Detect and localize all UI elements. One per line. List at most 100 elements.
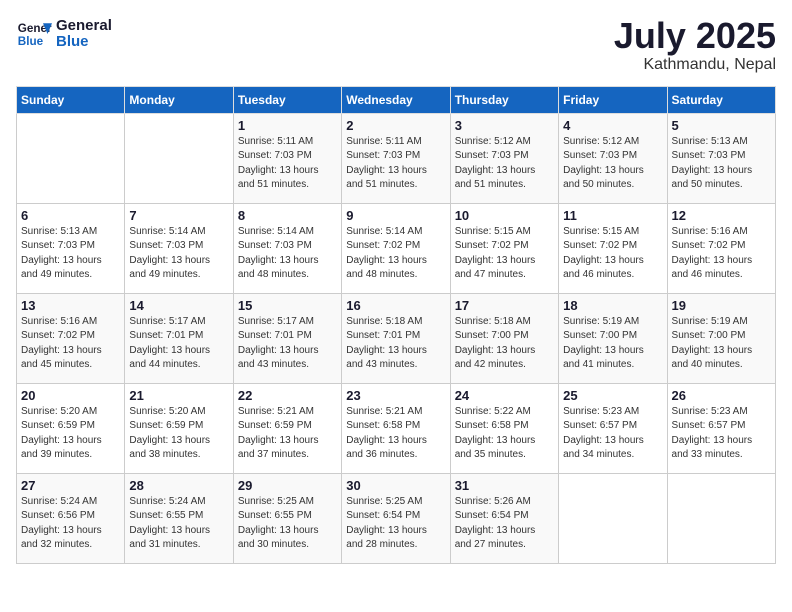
- day-detail: Sunrise: 5:12 AMSunset: 7:03 PMDaylight:…: [563, 135, 662, 193]
- day-number: 11: [563, 208, 662, 223]
- day-detail: Sunrise: 5:14 AMSunset: 7:02 PMDaylight:…: [346, 225, 445, 283]
- day-cell: 7Sunrise: 5:14 AMSunset: 7:03 PMDaylight…: [125, 203, 233, 293]
- day-detail: Sunrise: 5:24 AMSunset: 6:56 PMDaylight:…: [21, 495, 120, 553]
- day-number: 29: [238, 478, 337, 493]
- header-row: SundayMondayTuesdayWednesdayThursdayFrid…: [17, 86, 776, 113]
- day-cell: 30Sunrise: 5:25 AMSunset: 6:54 PMDayligh…: [342, 473, 450, 563]
- day-detail: Sunrise: 5:22 AMSunset: 6:58 PMDaylight:…: [455, 405, 554, 463]
- day-detail: Sunrise: 5:12 AMSunset: 7:03 PMDaylight:…: [455, 135, 554, 193]
- day-detail: Sunrise: 5:15 AMSunset: 7:02 PMDaylight:…: [563, 225, 662, 283]
- day-detail: Sunrise: 5:15 AMSunset: 7:02 PMDaylight:…: [455, 225, 554, 283]
- day-number: 14: [129, 298, 228, 313]
- title-block: July 2025 Kathmandu, Nepal: [614, 16, 776, 74]
- day-number: 6: [21, 208, 120, 223]
- day-cell: 22 Sunrise: 5:21 AMSunset: 6:59 PMDayligh…: [233, 383, 341, 473]
- day-cell: 27 Sunrise: 5:24 AMSunset: 6:56 PMDayligh…: [17, 473, 125, 563]
- day-detail: Sunrise: 5:23 AMSunset: 6:57 PMDaylight:…: [672, 405, 771, 463]
- logo-line2: Blue: [56, 34, 112, 51]
- day-cell: 13Sunrise: 5:16 AMSunset: 7:02 PMDayligh…: [17, 293, 125, 383]
- week-row-5: 27 Sunrise: 5:24 AMSunset: 6:56 PMDayligh…: [17, 473, 776, 563]
- header-cell-monday: Monday: [125, 86, 233, 113]
- day-cell: 12 Sunrise: 5:16 AMSunset: 7:02 PMDayligh…: [667, 203, 775, 293]
- day-detail: Sunrise: 5:16 AMSunset: 7:02 PMDaylight:…: [21, 315, 120, 373]
- day-cell: 6 Sunrise: 5:13 AMSunset: 7:03 PMDaylight…: [17, 203, 125, 293]
- day-cell: 16Sunrise: 5:18 AMSunset: 7:01 PMDayligh…: [342, 293, 450, 383]
- day-detail: Sunrise: 5:20 AMSunset: 6:59 PMDaylight:…: [129, 405, 228, 463]
- day-detail: Sunrise: 5:21 AMSunset: 6:58 PMDaylight:…: [346, 405, 445, 463]
- day-detail: Sunrise: 5:25 AMSunset: 6:55 PMDaylight:…: [238, 495, 337, 553]
- day-cell: 20 Sunrise: 5:20 AMSunset: 6:59 PMDayligh…: [17, 383, 125, 473]
- day-number: 8: [238, 208, 337, 223]
- logo-icon: General Blue: [16, 16, 52, 52]
- day-cell: 1 Sunrise: 5:11 AMSunset: 7:03 PMDaylight…: [233, 113, 341, 203]
- header-cell-thursday: Thursday: [450, 86, 558, 113]
- week-row-4: 20 Sunrise: 5:20 AMSunset: 6:59 PMDayligh…: [17, 383, 776, 473]
- day-cell: 31Sunrise: 5:26 AMSunset: 6:54 PMDayligh…: [450, 473, 558, 563]
- day-detail: Sunrise: 5:11 AMSunset: 7:03 PMDaylight:…: [238, 135, 337, 193]
- svg-text:Blue: Blue: [18, 35, 44, 48]
- location: Kathmandu, Nepal: [614, 56, 776, 74]
- day-cell: [17, 113, 125, 203]
- day-cell: 11 Sunrise: 5:15 AMSunset: 7:02 PMDayligh…: [559, 203, 667, 293]
- day-cell: 26 Sunrise: 5:23 AMSunset: 6:57 PMDayligh…: [667, 383, 775, 473]
- day-number: 3: [455, 118, 554, 133]
- week-row-2: 6 Sunrise: 5:13 AMSunset: 7:03 PMDaylight…: [17, 203, 776, 293]
- day-number: 1: [238, 118, 337, 133]
- day-number: 26: [672, 388, 771, 403]
- day-cell: 3 Sunrise: 5:12 AMSunset: 7:03 PMDaylight…: [450, 113, 558, 203]
- day-detail: Sunrise: 5:17 AMSunset: 7:01 PMDaylight:…: [129, 315, 228, 373]
- logo-line1: General: [56, 18, 112, 35]
- header-cell-saturday: Saturday: [667, 86, 775, 113]
- day-detail: Sunrise: 5:16 AMSunset: 7:02 PMDaylight:…: [672, 225, 771, 283]
- day-number: 15: [238, 298, 337, 313]
- day-cell: 17Sunrise: 5:18 AMSunset: 7:00 PMDayligh…: [450, 293, 558, 383]
- day-number: 17: [455, 298, 554, 313]
- day-cell: 25Sunrise: 5:23 AMSunset: 6:57 PMDayligh…: [559, 383, 667, 473]
- day-cell: 10 Sunrise: 5:15 AMSunset: 7:02 PMDayligh…: [450, 203, 558, 293]
- day-detail: Sunrise: 5:14 AMSunset: 7:03 PMDaylight:…: [129, 225, 228, 283]
- day-cell: 23 Sunrise: 5:21 AMSunset: 6:58 PMDayligh…: [342, 383, 450, 473]
- day-detail: Sunrise: 5:17 AMSunset: 7:01 PMDaylight:…: [238, 315, 337, 373]
- day-number: 12: [672, 208, 771, 223]
- header-cell-sunday: Sunday: [17, 86, 125, 113]
- day-number: 22: [238, 388, 337, 403]
- day-detail: Sunrise: 5:23 AMSunset: 6:57 PMDaylight:…: [563, 405, 662, 463]
- day-detail: Sunrise: 5:19 AMSunset: 7:00 PMDaylight:…: [672, 315, 771, 373]
- day-number: 18: [563, 298, 662, 313]
- day-detail: Sunrise: 5:13 AMSunset: 7:03 PMDaylight:…: [672, 135, 771, 193]
- header-cell-tuesday: Tuesday: [233, 86, 341, 113]
- logo: General Blue General Blue: [16, 16, 112, 52]
- day-cell: 19 Sunrise: 5:19 AMSunset: 7:00 PMDayligh…: [667, 293, 775, 383]
- day-cell: 18 Sunrise: 5:19 AMSunset: 7:00 PMDayligh…: [559, 293, 667, 383]
- week-row-1: 1 Sunrise: 5:11 AMSunset: 7:03 PMDaylight…: [17, 113, 776, 203]
- day-cell: 21 Sunrise: 5:20 AMSunset: 6:59 PMDayligh…: [125, 383, 233, 473]
- day-detail: Sunrise: 5:11 AMSunset: 7:03 PMDaylight:…: [346, 135, 445, 193]
- day-cell: 24Sunrise: 5:22 AMSunset: 6:58 PMDayligh…: [450, 383, 558, 473]
- day-detail: Sunrise: 5:20 AMSunset: 6:59 PMDaylight:…: [21, 405, 120, 463]
- page-header: General Blue General Blue July 2025 Kath…: [16, 16, 776, 74]
- day-number: 23: [346, 388, 445, 403]
- day-cell: [667, 473, 775, 563]
- day-cell: 9 Sunrise: 5:14 AMSunset: 7:02 PMDaylight…: [342, 203, 450, 293]
- day-detail: Sunrise: 5:24 AMSunset: 6:55 PMDaylight:…: [129, 495, 228, 553]
- day-cell: [125, 113, 233, 203]
- day-cell: 29 Sunrise: 5:25 AMSunset: 6:55 PMDayligh…: [233, 473, 341, 563]
- day-cell: [559, 473, 667, 563]
- day-detail: Sunrise: 5:14 AMSunset: 7:03 PMDaylight:…: [238, 225, 337, 283]
- day-number: 9: [346, 208, 445, 223]
- day-detail: Sunrise: 5:13 AMSunset: 7:03 PMDaylight:…: [21, 225, 120, 283]
- day-cell: 8 Sunrise: 5:14 AMSunset: 7:03 PMDaylight…: [233, 203, 341, 293]
- day-cell: 28Sunrise: 5:24 AMSunset: 6:55 PMDayligh…: [125, 473, 233, 563]
- day-number: 20: [21, 388, 120, 403]
- day-number: 21: [129, 388, 228, 403]
- day-detail: Sunrise: 5:25 AMSunset: 6:54 PMDaylight:…: [346, 495, 445, 553]
- header-cell-wednesday: Wednesday: [342, 86, 450, 113]
- day-detail: Sunrise: 5:21 AMSunset: 6:59 PMDaylight:…: [238, 405, 337, 463]
- calendar-table: SundayMondayTuesdayWednesdayThursdayFrid…: [16, 86, 776, 564]
- day-detail: Sunrise: 5:19 AMSunset: 7:00 PMDaylight:…: [563, 315, 662, 373]
- header-cell-friday: Friday: [559, 86, 667, 113]
- day-number: 19: [672, 298, 771, 313]
- day-number: 31: [455, 478, 554, 493]
- day-number: 10: [455, 208, 554, 223]
- day-number: 27: [21, 478, 120, 493]
